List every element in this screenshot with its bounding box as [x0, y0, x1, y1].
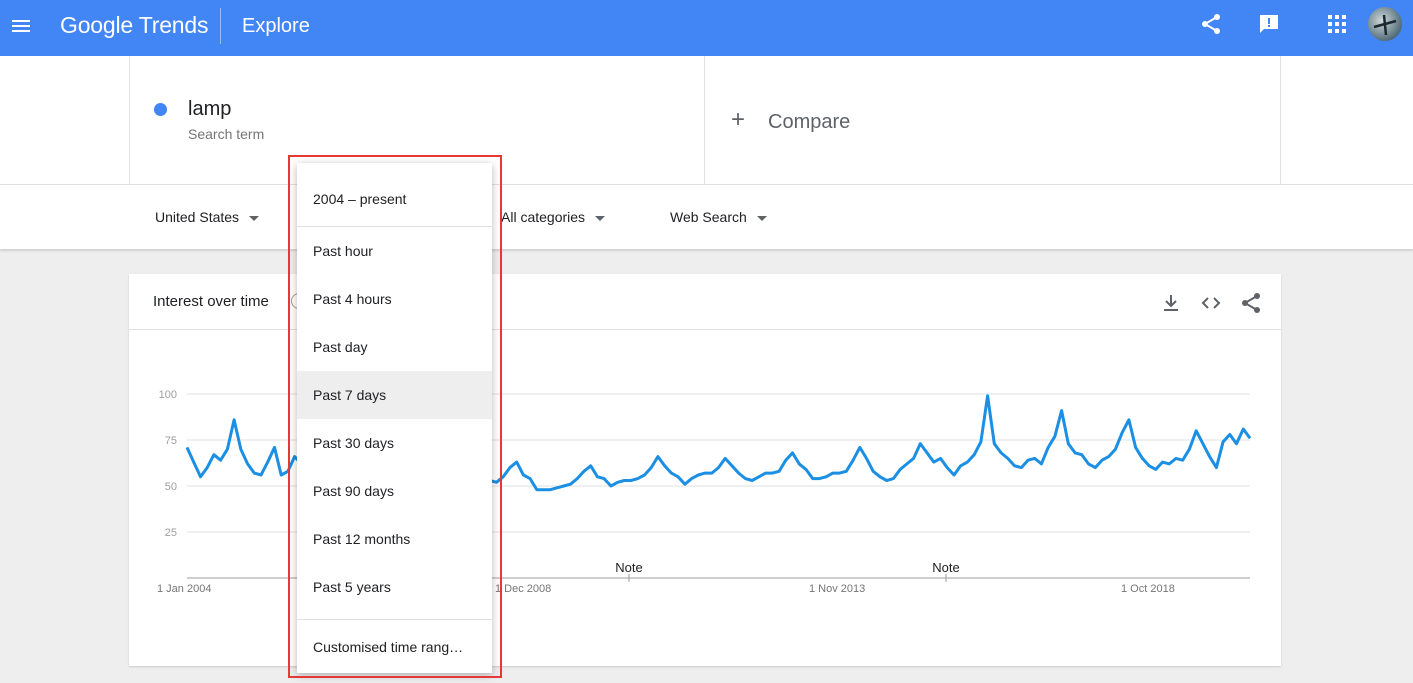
- apps-grid-icon[interactable]: [1325, 12, 1349, 36]
- menu-divider: [297, 619, 492, 620]
- x-tick-label: 1 Dec 2008: [495, 583, 551, 595]
- series-color-dot: [154, 103, 167, 116]
- share-icon[interactable]: [1199, 12, 1223, 36]
- y-tick-label: 25: [165, 527, 177, 539]
- time-option-past-day[interactable]: Past day: [297, 323, 492, 371]
- time-option-past-12-months[interactable]: Past 12 months: [297, 515, 492, 563]
- compare-card[interactable]: + Compare: [705, 56, 1281, 184]
- add-icon: +: [731, 106, 746, 133]
- compare-label[interactable]: Compare: [768, 111, 850, 134]
- time-option-past-30-days[interactable]: Past 30 days: [297, 419, 492, 467]
- account-avatar[interactable]: [1368, 7, 1402, 41]
- search-type-filter[interactable]: Web Search: [670, 209, 767, 225]
- top-app-bar: Google Trends Explore: [0, 0, 1413, 56]
- category-filter-label: All categories: [501, 209, 586, 225]
- feedback-icon[interactable]: [1257, 12, 1281, 36]
- chevron-down-icon: [595, 215, 606, 221]
- chevron-down-icon: [756, 215, 767, 221]
- time-option-custom-range[interactable]: Customised time rang…: [297, 623, 492, 671]
- region-filter[interactable]: United States: [155, 209, 260, 225]
- search-term-text[interactable]: lamp: [188, 98, 231, 121]
- x-tick-label: 1 Jan 2004: [157, 583, 211, 595]
- annotation-note-label: Note: [615, 560, 642, 575]
- x-tick-label: 1 Oct 2018: [1121, 583, 1175, 595]
- filter-bar: United States All categories Web Search: [0, 184, 1413, 249]
- page-section-title: Explore: [242, 15, 310, 37]
- time-option-2004-present[interactable]: 2004 – present: [297, 175, 492, 223]
- y-tick-label: 100: [159, 389, 177, 401]
- y-tick-label: 75: [165, 435, 177, 447]
- search-term-type: Search term: [188, 126, 265, 142]
- annotation-note-label: Note: [932, 560, 959, 575]
- region-filter-label: United States: [155, 209, 240, 225]
- time-option-past-7-days[interactable]: Past 7 days: [297, 371, 492, 419]
- category-filter[interactable]: All categories: [501, 209, 606, 225]
- x-tick-label: 1 Nov 2013: [809, 583, 865, 595]
- time-option-past-hour[interactable]: Past hour: [297, 227, 492, 275]
- time-option-past-4-hours[interactable]: Past 4 hours: [297, 275, 492, 323]
- chevron-down-icon: [249, 215, 260, 221]
- google-trends-logo[interactable]: Google Trends: [60, 12, 208, 39]
- time-option-past-5-years[interactable]: Past 5 years: [297, 563, 492, 611]
- time-option-past-90-days[interactable]: Past 90 days: [297, 467, 492, 515]
- time-range-dropdown-menu: 2004 – present Past hour Past 4 hours Pa…: [297, 163, 492, 673]
- header-divider: [220, 8, 221, 44]
- search-type-filter-label: Web Search: [670, 209, 747, 225]
- y-tick-label: 50: [165, 481, 177, 493]
- hamburger-menu-icon[interactable]: [9, 14, 33, 38]
